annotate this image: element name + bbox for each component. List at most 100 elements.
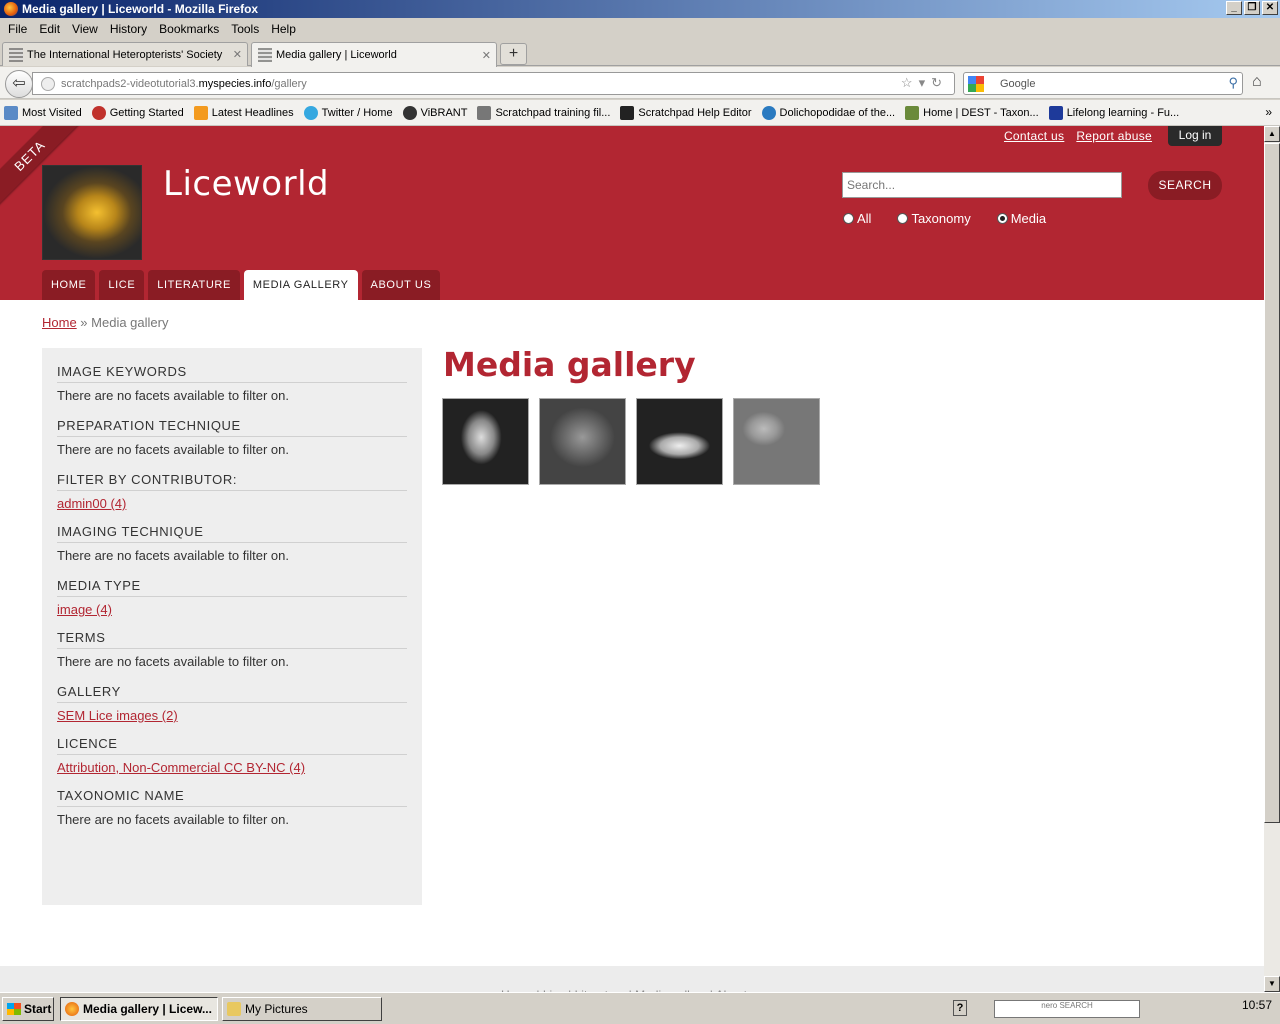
contact-us-link[interactable]: Contact us: [1004, 129, 1064, 143]
help-icon[interactable]: ?: [953, 1000, 967, 1016]
report-abuse-link[interactable]: Report abuse: [1076, 129, 1152, 143]
menu-edit[interactable]: Edit: [33, 22, 66, 36]
facet-link-licence[interactable]: Attribution, Non-Commercial CC BY-NC (4): [57, 755, 407, 784]
facet-link-sem-lice[interactable]: SEM Lice images (2): [57, 703, 407, 732]
radio-media[interactable]: Media: [996, 211, 1046, 226]
minimize-button[interactable]: _: [1226, 1, 1242, 15]
folder-icon: [227, 1002, 241, 1016]
menu-history[interactable]: History: [104, 22, 153, 36]
site-logo[interactable]: [42, 165, 142, 260]
facet-empty-text: There are no facets available to filter …: [57, 654, 289, 669]
bookmark-label: Scratchpad Help Editor: [638, 106, 752, 119]
facet-title: TERMS: [57, 626, 407, 649]
gallery-thumbnail[interactable]: [733, 398, 820, 485]
site-search-input[interactable]: Search...: [842, 172, 1122, 198]
breadcrumb-home[interactable]: Home: [42, 315, 77, 330]
facet-image-keywords: IMAGE KEYWORDS There are no facets avail…: [57, 360, 407, 414]
bookmark-getting-started[interactable]: Getting Started: [91, 105, 184, 120]
bookmark-twitter[interactable]: Twitter / Home: [303, 105, 393, 120]
window-titlebar: Media gallery | Liceworld - Mozilla Fire…: [0, 0, 1280, 18]
bookmark-scratchpad-training[interactable]: Scratchpad training fil...: [477, 105, 611, 120]
main-nav: HOME LICE LITERATURE MEDIA GALLERY ABOUT…: [42, 270, 441, 300]
page-title: Media gallery: [443, 345, 696, 384]
menu-view[interactable]: View: [66, 22, 104, 36]
facet-imaging-technique: IMAGING TECHNIQUE There are no facets av…: [57, 520, 407, 574]
taskbar: Start Media gallery | Licew... My Pictur…: [0, 992, 1280, 1024]
close-tab-icon[interactable]: ✕: [233, 48, 242, 61]
taskbar-item-firefox[interactable]: Media gallery | Licew...: [60, 997, 218, 1021]
facet-taxonomic-name: TAXONOMIC NAME There are no facets avail…: [57, 784, 407, 838]
scroll-thumb[interactable]: [1264, 143, 1280, 823]
facet-sidebar: IMAGE KEYWORDS There are no facets avail…: [42, 348, 422, 905]
vibrant-icon: [402, 105, 417, 120]
facet-title: MEDIA TYPE: [57, 574, 407, 597]
tab-heteropterists[interactable]: The International Heteropterists' Societ…: [2, 42, 248, 66]
tab-label: The International Heteropterists' Societ…: [27, 48, 223, 61]
bookmark-latest-headlines[interactable]: Latest Headlines: [193, 105, 294, 120]
gallery-thumbnail[interactable]: [539, 398, 626, 485]
radio-button[interactable]: [897, 213, 909, 224]
nav-home[interactable]: HOME: [42, 270, 96, 300]
google-icon[interactable]: [968, 75, 984, 92]
radio-button[interactable]: [843, 213, 854, 224]
facet-title: IMAGING TECHNIQUE: [57, 520, 407, 543]
bookmark-dest[interactable]: Home | DEST - Taxon...: [905, 105, 1039, 120]
search-icon[interactable]: ⚲: [1228, 75, 1238, 91]
dropdown-icon[interactable]: ▾: [919, 75, 932, 90]
radio-label: All: [857, 211, 872, 226]
navigation-toolbar: scratchpads2-videotutorial3. myspecies.in…: [0, 67, 1280, 99]
url-bar[interactable]: scratchpads2-videotutorial3. myspecies.in…: [32, 72, 955, 95]
scroll-up-icon[interactable]: ▲: [1264, 126, 1280, 142]
close-tab-icon[interactable]: ✕: [482, 49, 491, 62]
menu-bookmarks[interactable]: Bookmarks: [153, 22, 225, 36]
firefox-icon: [4, 2, 18, 16]
taskbar-item-my-pictures[interactable]: My Pictures: [222, 997, 382, 1021]
bookmark-lifelong-learning[interactable]: Lifelong learning - Fu...: [1048, 105, 1180, 120]
site-name[interactable]: Liceworld: [163, 164, 329, 204]
tab-media-gallery[interactable]: Media gallery | Liceworld ✕: [251, 42, 497, 67]
vertical-scrollbar[interactable]: ▲ ▼: [1264, 126, 1280, 992]
scroll-down-icon[interactable]: ▼: [1264, 976, 1280, 992]
grid-icon: [9, 47, 23, 62]
reload-icon[interactable]: ↻: [931, 75, 948, 90]
bookmark-label: Lifelong learning - Fu...: [1066, 106, 1180, 119]
star-icon[interactable]: ☆: [901, 75, 919, 90]
radio-button-selected[interactable]: [996, 213, 1008, 224]
radio-taxonomy[interactable]: Taxonomy: [897, 211, 971, 226]
grid-icon: [258, 48, 272, 62]
start-button[interactable]: Start: [2, 997, 54, 1021]
bookmark-label: Scratchpad training fil...: [495, 106, 611, 119]
more-bookmarks-icon[interactable]: »: [1265, 105, 1272, 119]
gallery-thumbnail[interactable]: [442, 398, 529, 485]
facet-link-admin00[interactable]: admin00 (4): [57, 491, 407, 520]
bookmark-scratchpad-help[interactable]: Scratchpad Help Editor: [620, 105, 752, 120]
facet-title: LICENCE: [57, 732, 407, 755]
browser-search-placeholder: Google: [1000, 77, 1036, 90]
menu-file[interactable]: File: [2, 22, 33, 36]
close-window-button[interactable]: ✕: [1262, 1, 1278, 15]
nav-lice[interactable]: LICE: [99, 270, 145, 300]
radio-all[interactable]: All: [843, 211, 871, 226]
browser-search-input[interactable]: Google ⚲: [963, 72, 1243, 95]
nero-search-input[interactable]: nero SEARCH: [994, 1000, 1140, 1018]
nav-literature[interactable]: LITERATURE: [148, 270, 240, 300]
home-icon[interactable]: ⌂: [1252, 73, 1262, 91]
nav-about-us[interactable]: ABOUT US: [361, 270, 441, 300]
radio-label: Taxonomy: [911, 211, 971, 226]
search-button[interactable]: SEARCH: [1148, 171, 1222, 200]
new-tab-button[interactable]: +: [500, 43, 527, 65]
menu-tools[interactable]: Tools: [225, 22, 265, 36]
bookmark-most-visited[interactable]: Most Visited: [4, 105, 82, 120]
back-button[interactable]: ⇦: [5, 70, 33, 98]
bookmark-dolichopodidae[interactable]: Dolichopodidae of the...: [761, 105, 895, 120]
login-button[interactable]: Log in: [1168, 126, 1222, 146]
gallery-thumbnail[interactable]: [636, 398, 723, 485]
grid-icon: [477, 105, 492, 120]
globe-icon: [41, 76, 55, 91]
maximize-button[interactable]: ❐: [1244, 1, 1260, 15]
nav-media-gallery[interactable]: MEDIA GALLERY: [243, 270, 358, 300]
gallery-grid: [442, 398, 820, 485]
bookmark-vibrant[interactable]: ViBRANT: [402, 105, 467, 120]
facet-link-image[interactable]: image (4): [57, 597, 407, 626]
menu-help[interactable]: Help: [265, 22, 302, 36]
